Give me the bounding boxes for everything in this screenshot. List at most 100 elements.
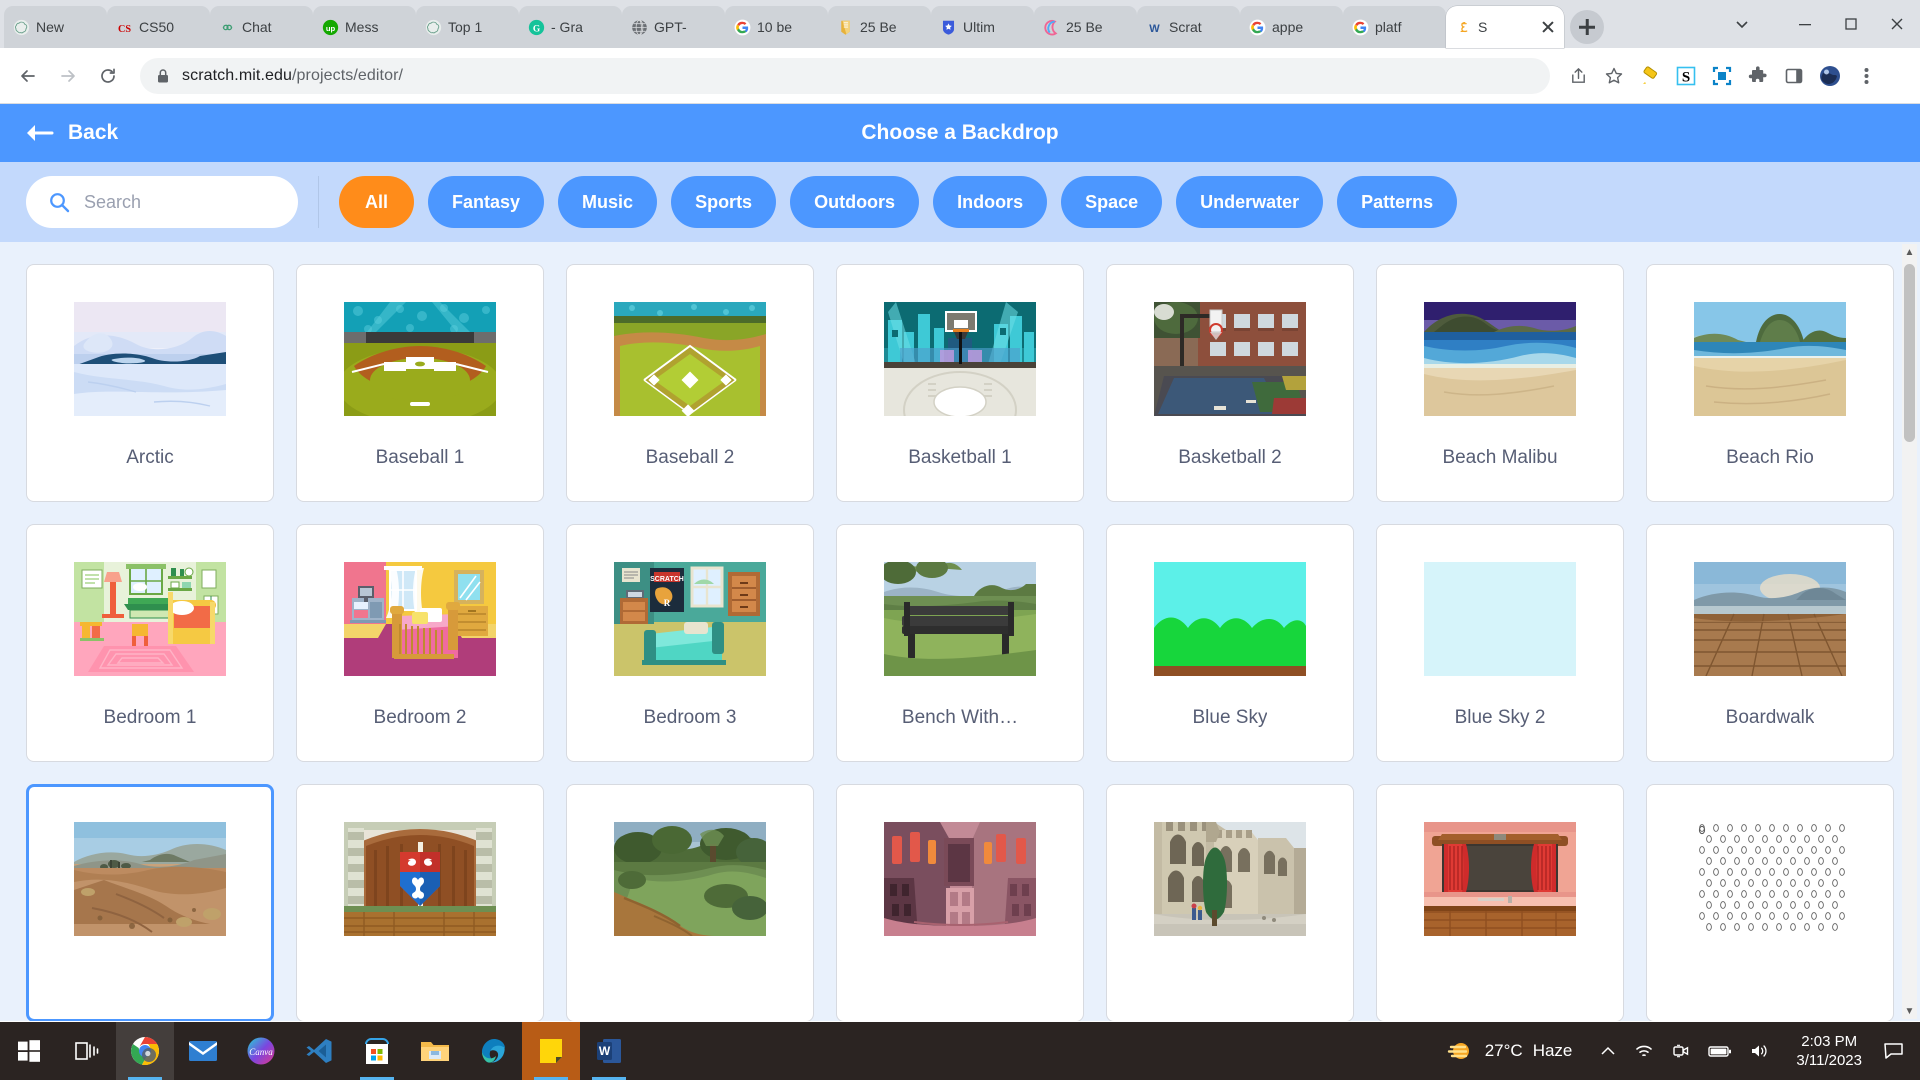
backdrop-card[interactable] [566, 784, 814, 1021]
word-icon[interactable]: W [580, 1022, 638, 1080]
reload-icon[interactable] [90, 58, 126, 94]
category-tag-underwater[interactable]: Underwater [1176, 176, 1324, 228]
browser-tab[interactable]: 10 be [725, 6, 828, 48]
puzzle-extension-icon[interactable] [1742, 60, 1774, 92]
arrow-left-icon [24, 122, 54, 144]
scrollbar-thumb[interactable] [1904, 264, 1915, 442]
three-dot-menu-icon[interactable] [1850, 60, 1882, 92]
sticky-notes-icon[interactable] [522, 1022, 580, 1080]
scroll-down-arrow-icon[interactable]: ▼ [1902, 1003, 1917, 1019]
upwork-icon: up [321, 18, 339, 36]
meet-now-icon[interactable] [1672, 1043, 1690, 1059]
search-input[interactable] [84, 191, 276, 213]
vscode-icon[interactable] [290, 1022, 348, 1080]
edge-icon[interactable] [464, 1022, 522, 1080]
library-scrollbar[interactable]: ▲ ▼ [1902, 244, 1917, 1019]
backdrop-card[interactable]: Beach Malibu [1376, 264, 1624, 502]
address-bar[interactable]: scratch.mit.edu/projects/editor/ [140, 57, 1550, 94]
browser-tab[interactable]: 25 Be [1034, 6, 1137, 48]
filter-divider [318, 176, 319, 228]
chrome-icon[interactable] [116, 1022, 174, 1080]
backdrop-card[interactable]: Blue Sky 2 [1376, 524, 1624, 762]
backdrop-card[interactable]: Bedroom 2 [296, 524, 544, 762]
volume-icon[interactable] [1750, 1043, 1770, 1059]
chevron-up-icon[interactable] [1600, 1044, 1616, 1058]
file-explorer-icon[interactable] [406, 1022, 464, 1080]
backdrop-thumbnail [597, 809, 783, 949]
browser-tab[interactable]: New [4, 6, 107, 48]
category-tag-fantasy[interactable]: Fantasy [428, 176, 545, 228]
browser-tab[interactable]: Ultim [931, 6, 1034, 48]
tab-search-chevron-icon[interactable] [1702, 0, 1782, 48]
bookmark-star-icon[interactable] [1598, 60, 1630, 92]
tab-close-icon[interactable] [1540, 19, 1556, 35]
category-tag-list: All Fantasy Music Sports Outdoors Indoors Spac… [339, 176, 1458, 228]
minimize-button[interactable] [1782, 0, 1828, 48]
forward-arrow-icon[interactable] [50, 58, 86, 94]
canva-icon[interactable]: Canva [232, 1022, 290, 1080]
tab-title: Ultim [963, 19, 995, 35]
browser-tab[interactable]: W Scrat [1137, 6, 1240, 48]
backdrop-card[interactable] [296, 784, 544, 1021]
close-button[interactable] [1874, 0, 1920, 48]
backdrop-card[interactable]: Blue Sky [1106, 524, 1354, 762]
backdrop-card[interactable]: Baseball 2 [566, 264, 814, 502]
search-box[interactable] [26, 176, 298, 228]
category-tag-sports[interactable]: Sports [671, 176, 777, 228]
browser-tab[interactable]: platf [1343, 6, 1446, 48]
notification-icon[interactable] [1874, 1041, 1914, 1061]
backdrop-card[interactable]: Bedroom 1 [26, 524, 274, 762]
backdrop-card[interactable]: Beach Rio [1646, 264, 1894, 502]
side-panel-icon[interactable] [1778, 60, 1810, 92]
tab-title: 25 Be [860, 19, 897, 35]
browser-tab[interactable]: Chat [210, 6, 313, 48]
browser-tab[interactable]: appe [1240, 6, 1343, 48]
weather-widget[interactable]: 27°C Haze [1433, 1039, 1587, 1063]
tab-title: 25 Be [1066, 19, 1103, 35]
browser-tab[interactable]: Top 1 [416, 6, 519, 48]
battery-icon[interactable] [1708, 1044, 1732, 1058]
scroll-up-arrow-icon[interactable]: ▲ [1902, 244, 1917, 260]
category-tag-music[interactable]: Music [558, 176, 658, 228]
backdrop-card[interactable] [836, 784, 1084, 1021]
maximize-button[interactable] [1828, 0, 1874, 48]
browser-tab[interactable]: S [1446, 6, 1564, 48]
mail-icon[interactable] [174, 1022, 232, 1080]
category-tag-space[interactable]: Space [1061, 176, 1163, 228]
s-extension-icon[interactable]: S [1670, 60, 1702, 92]
backdrop-card[interactable]: Boardwalk [1646, 524, 1894, 762]
backdrop-thumbnail [597, 289, 783, 429]
category-tag-indoors[interactable]: Indoors [933, 176, 1048, 228]
browser-tab[interactable]: up Mess [313, 6, 416, 48]
back-arrow-icon[interactable] [10, 58, 46, 94]
new-tab-button[interactable] [1570, 10, 1604, 44]
windows-start-icon[interactable] [0, 1022, 58, 1080]
share-icon[interactable] [1562, 60, 1594, 92]
backdrop-card[interactable]: SCRATCH R Bedroom 3 [566, 524, 814, 762]
globe-profile-icon[interactable] [1814, 60, 1846, 92]
microsoft-store-icon[interactable] [348, 1022, 406, 1080]
backdrop-card[interactable] [1646, 784, 1894, 1021]
backdrop-card[interactable]: Basketball 2 [1106, 264, 1354, 502]
backdrop-card[interactable] [26, 784, 274, 1021]
browser-tab[interactable]: CS CS50 [107, 6, 210, 48]
backdrop-card[interactable] [1376, 784, 1624, 1021]
task-view-icon[interactable] [58, 1022, 116, 1080]
back-button[interactable]: Back [24, 121, 118, 145]
backdrop-card[interactable]: Arctic [26, 264, 274, 502]
category-tag-patterns[interactable]: Patterns [1337, 176, 1458, 228]
backdrop-card[interactable]: Baseball 1 [296, 264, 544, 502]
backdrop-card[interactable] [1106, 784, 1354, 1021]
backdrop-card[interactable]: Basketball 1 [836, 264, 1084, 502]
backdrop-card[interactable]: Bench With… [836, 524, 1084, 762]
category-tag-outdoors[interactable]: Outdoors [790, 176, 920, 228]
screenshot-icon[interactable] [1706, 60, 1738, 92]
browser-tab[interactable]: 25 Be [828, 6, 931, 48]
google-icon [733, 18, 751, 36]
browser-tab[interactable]: GPT- [622, 6, 725, 48]
browser-tab[interactable]: G - Gra [519, 6, 622, 48]
category-tag-all[interactable]: All [339, 176, 415, 228]
taskbar-clock[interactable]: 2:03 PM 3/11/2023 [1784, 1032, 1874, 1071]
wifi-icon[interactable] [1634, 1043, 1654, 1059]
highlighter-icon[interactable] [1634, 60, 1666, 92]
